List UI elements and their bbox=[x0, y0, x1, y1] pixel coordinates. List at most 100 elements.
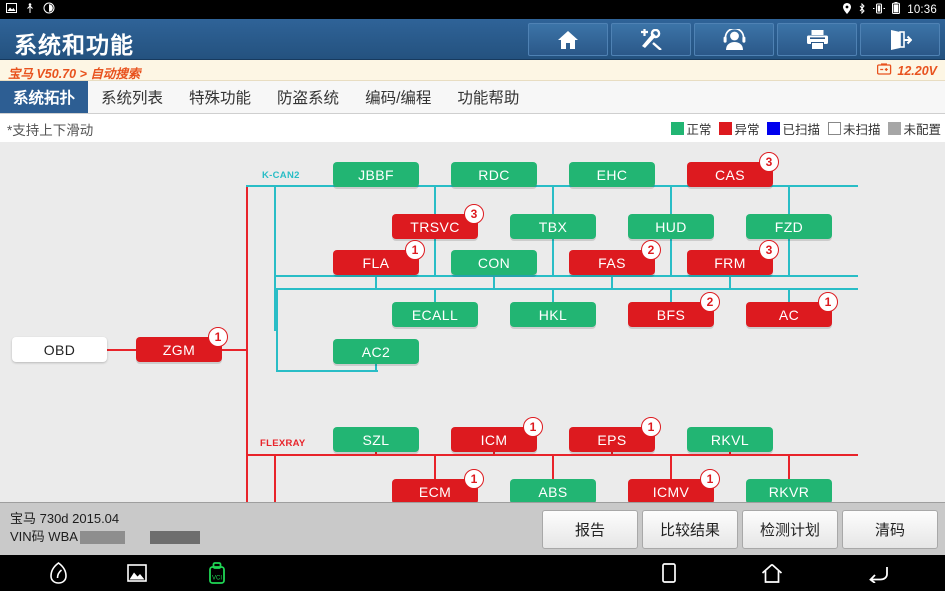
wire-riser-TRSVC bbox=[434, 239, 436, 275]
support-button[interactable] bbox=[694, 23, 774, 56]
ecu-node-szl[interactable]: SZL bbox=[333, 427, 419, 452]
tab-5[interactable]: 功能帮助 bbox=[444, 81, 532, 113]
wire-riser-EPS bbox=[611, 452, 613, 454]
wire-riser-RKVL bbox=[729, 452, 731, 454]
exit-icon bbox=[889, 29, 912, 50]
ecu-node-fzd[interactable]: FZD bbox=[746, 214, 832, 239]
wire-drop-HUD bbox=[670, 185, 672, 214]
wire-riser2-FAS bbox=[611, 275, 613, 288]
ecu-node-zgm[interactable]: ZGM bbox=[136, 337, 222, 362]
ecu-node-obd[interactable]: OBD bbox=[12, 337, 107, 362]
tab-4[interactable]: 编码/编程 bbox=[352, 81, 444, 113]
android-nav-bar: VCI bbox=[0, 555, 945, 591]
ecu-node-ecm[interactable]: ECM bbox=[392, 479, 478, 502]
wire-riser2-CON bbox=[493, 275, 495, 288]
home-icon[interactable] bbox=[761, 563, 783, 583]
tools-button[interactable] bbox=[611, 23, 691, 56]
vci-icon[interactable]: VCI bbox=[207, 562, 227, 584]
legend-swatch bbox=[719, 122, 733, 135]
bottom-bar: 宝马 730d 2015.04 VIN码 WBA 报告 比较结果 检测计划 清码 bbox=[0, 502, 945, 555]
wire-obd-to-zgm bbox=[107, 349, 136, 351]
legend-swatch bbox=[888, 122, 902, 135]
ecu-node-jbbf[interactable]: JBBF bbox=[333, 162, 419, 187]
voltage-value: 12.20V bbox=[897, 63, 937, 78]
back-icon[interactable] bbox=[868, 563, 890, 583]
ecu-node-ecall[interactable]: ECALL bbox=[392, 302, 478, 327]
screenshot-icon[interactable] bbox=[127, 564, 147, 582]
rotation-lock-icon bbox=[873, 3, 886, 17]
inspection-plan-button[interactable]: 检测计划 bbox=[742, 510, 838, 549]
tab-0[interactable]: 系统拓扑 bbox=[0, 81, 89, 113]
svg-text:VCI: VCI bbox=[212, 576, 222, 582]
tab-bar: 系统拓扑 系统列表 特殊功能 防盗系统 编码/编程 功能帮助 bbox=[0, 81, 945, 114]
legend-item-1: 异常 bbox=[719, 119, 759, 138]
tab-2[interactable]: 特殊功能 bbox=[176, 81, 264, 113]
ecu-node-rkvr[interactable]: RKVR bbox=[746, 479, 832, 502]
app-screen: 10:36 系统和功能 宝马 V50.70 > 自动搜索 12.20V 系统拓扑… bbox=[0, 0, 945, 591]
leaf-icon[interactable] bbox=[50, 562, 67, 584]
ecu-node-fla[interactable]: FLA bbox=[333, 250, 419, 275]
bus-label: K-CAN2 bbox=[262, 170, 300, 181]
wire-riser-ICM bbox=[493, 452, 495, 454]
exit-button[interactable] bbox=[860, 23, 940, 56]
ecu-node-icm[interactable]: ICM bbox=[451, 427, 537, 452]
system-topology-diagram[interactable]: K-CAN2 FLEXRAY OBD ZGM 1 JBBF RDC EHC CAS 3 TRSVC 3… bbox=[0, 142, 945, 502]
brightness-icon bbox=[43, 2, 55, 17]
wire-drop-TRSVC bbox=[434, 185, 436, 214]
home-button[interactable] bbox=[528, 23, 608, 56]
bluetooth-icon bbox=[858, 2, 866, 17]
wire-ac2-riser bbox=[276, 288, 278, 372]
wire-riser-FZD bbox=[788, 239, 790, 275]
ecu-node-trsvc[interactable]: TRSVC bbox=[392, 214, 478, 239]
ecu-node-hkl[interactable]: HKL bbox=[510, 302, 596, 327]
legend-label: 未配置 bbox=[903, 123, 941, 137]
ecu-node-ehc[interactable]: EHC bbox=[569, 162, 655, 187]
page-title: 系统和功能 bbox=[14, 32, 134, 58]
ecu-node-fas[interactable]: FAS bbox=[569, 250, 655, 275]
ecu-node-rkvl[interactable]: RKVL bbox=[687, 427, 773, 452]
print-button[interactable] bbox=[777, 23, 857, 56]
wire-drop-AC bbox=[788, 288, 790, 302]
battery-icon bbox=[892, 2, 901, 17]
ecu-node-hud[interactable]: HUD bbox=[628, 214, 714, 239]
tools-icon bbox=[639, 29, 663, 50]
ecu-node-cas[interactable]: CAS bbox=[687, 162, 773, 187]
wire-kcan2-bus-2 bbox=[276, 275, 858, 277]
ecu-node-abs[interactable]: ABS bbox=[510, 479, 596, 502]
vin-label: VIN码 bbox=[10, 529, 45, 544]
compare-results-button[interactable]: 比较结果 bbox=[642, 510, 738, 549]
ecu-node-con[interactable]: CON bbox=[451, 250, 537, 275]
vin-prefix: WBA bbox=[48, 529, 78, 544]
wire-drop-ABS bbox=[552, 454, 554, 479]
wire-drop-ECM bbox=[434, 454, 436, 479]
recents-icon[interactable] bbox=[662, 563, 676, 583]
printer-icon bbox=[806, 29, 829, 50]
tab-1[interactable]: 系统列表 bbox=[88, 81, 176, 113]
legend-item-4: 未配置 bbox=[888, 119, 941, 138]
ecu-node-tbx[interactable]: TBX bbox=[510, 214, 596, 239]
android-status-bar: 10:36 bbox=[0, 0, 945, 19]
breadcrumb-bar: 宝马 V50.70 > 自动搜索 12.20V bbox=[0, 60, 945, 81]
status-left-icons bbox=[6, 0, 55, 19]
ecu-node-eps[interactable]: EPS bbox=[569, 427, 655, 452]
legend-swatch bbox=[671, 122, 685, 135]
ecu-node-icmv[interactable]: ICMV bbox=[628, 479, 714, 502]
ecu-node-rdc[interactable]: RDC bbox=[451, 162, 537, 187]
wire-drop-RKVR bbox=[788, 454, 790, 479]
report-button[interactable]: 报告 bbox=[542, 510, 638, 549]
wire-riser-HUD bbox=[670, 239, 672, 275]
wire-riser2-FLA bbox=[375, 275, 377, 288]
ecu-node-ac2[interactable]: AC2 bbox=[333, 339, 419, 364]
wire-drop-ECALL bbox=[434, 288, 436, 302]
ecu-node-frm[interactable]: FRM bbox=[687, 250, 773, 275]
clear-codes-button[interactable]: 清码 bbox=[842, 510, 938, 549]
breadcrumb: 宝马 V50.70 > 自动搜索 bbox=[8, 67, 141, 81]
wire-zgm-to-spine bbox=[222, 349, 248, 351]
image-icon bbox=[6, 3, 17, 16]
header-toolbar bbox=[528, 23, 940, 56]
ecu-node-bfs[interactable]: BFS bbox=[628, 302, 714, 327]
ecu-node-ac[interactable]: AC bbox=[746, 302, 832, 327]
tab-3[interactable]: 防盗系统 bbox=[264, 81, 352, 113]
vin-redaction bbox=[79, 530, 230, 544]
wire-drop-BFS bbox=[670, 288, 672, 302]
